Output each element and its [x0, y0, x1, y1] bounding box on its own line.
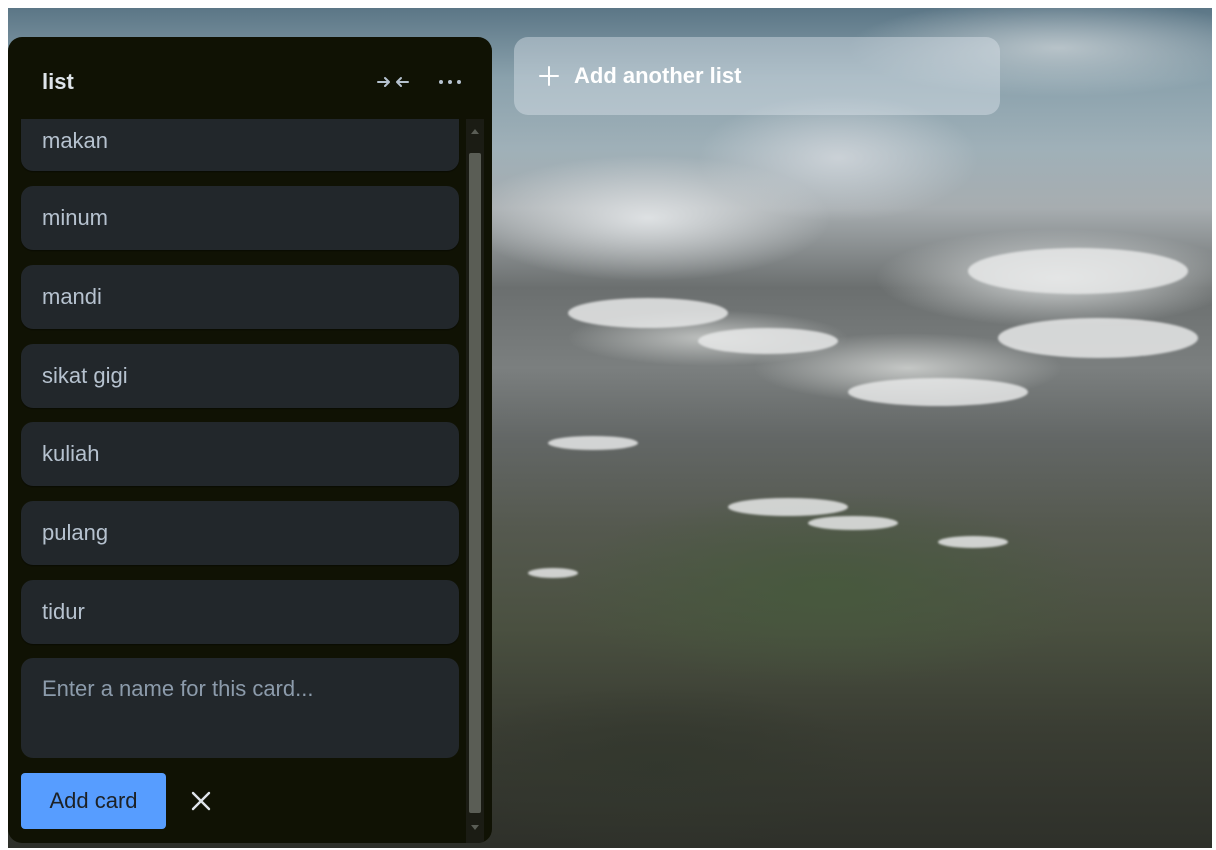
add-another-list-label: Add another list — [574, 63, 742, 88]
list-column: list makan minum mandi sikat gigi kuliah… — [8, 37, 492, 843]
card-item[interactable]: kuliah — [21, 422, 459, 486]
card-item[interactable]: makan — [21, 119, 459, 171]
add-another-list-button[interactable]: Add another list — [514, 37, 1000, 115]
card-composer — [21, 658, 459, 758]
collapse-list-button[interactable] — [372, 67, 414, 97]
card-item[interactable]: sikat gigi — [21, 344, 459, 408]
list-header: list — [8, 37, 492, 119]
close-icon — [191, 791, 211, 811]
card-item[interactable]: mandi — [21, 265, 459, 329]
card-item[interactable]: tidur — [21, 580, 459, 644]
scroll-up-arrow-icon[interactable] — [466, 123, 484, 139]
more-icon — [439, 80, 461, 84]
list-scrollbar[interactable] — [466, 119, 484, 843]
card-item[interactable]: pulang — [21, 501, 459, 565]
list-actions-button[interactable] — [432, 67, 468, 97]
scroll-down-arrow-icon[interactable] — [466, 819, 484, 835]
scrollbar-thumb[interactable] — [469, 153, 481, 813]
card-item[interactable]: minum — [21, 186, 459, 250]
collapse-icon — [377, 77, 409, 87]
add-card-button[interactable]: Add card — [21, 773, 166, 829]
plus-icon — [539, 66, 559, 86]
card-name-input[interactable] — [42, 676, 438, 740]
cancel-composer-button[interactable] — [183, 783, 219, 819]
list-title[interactable]: list — [42, 69, 74, 95]
